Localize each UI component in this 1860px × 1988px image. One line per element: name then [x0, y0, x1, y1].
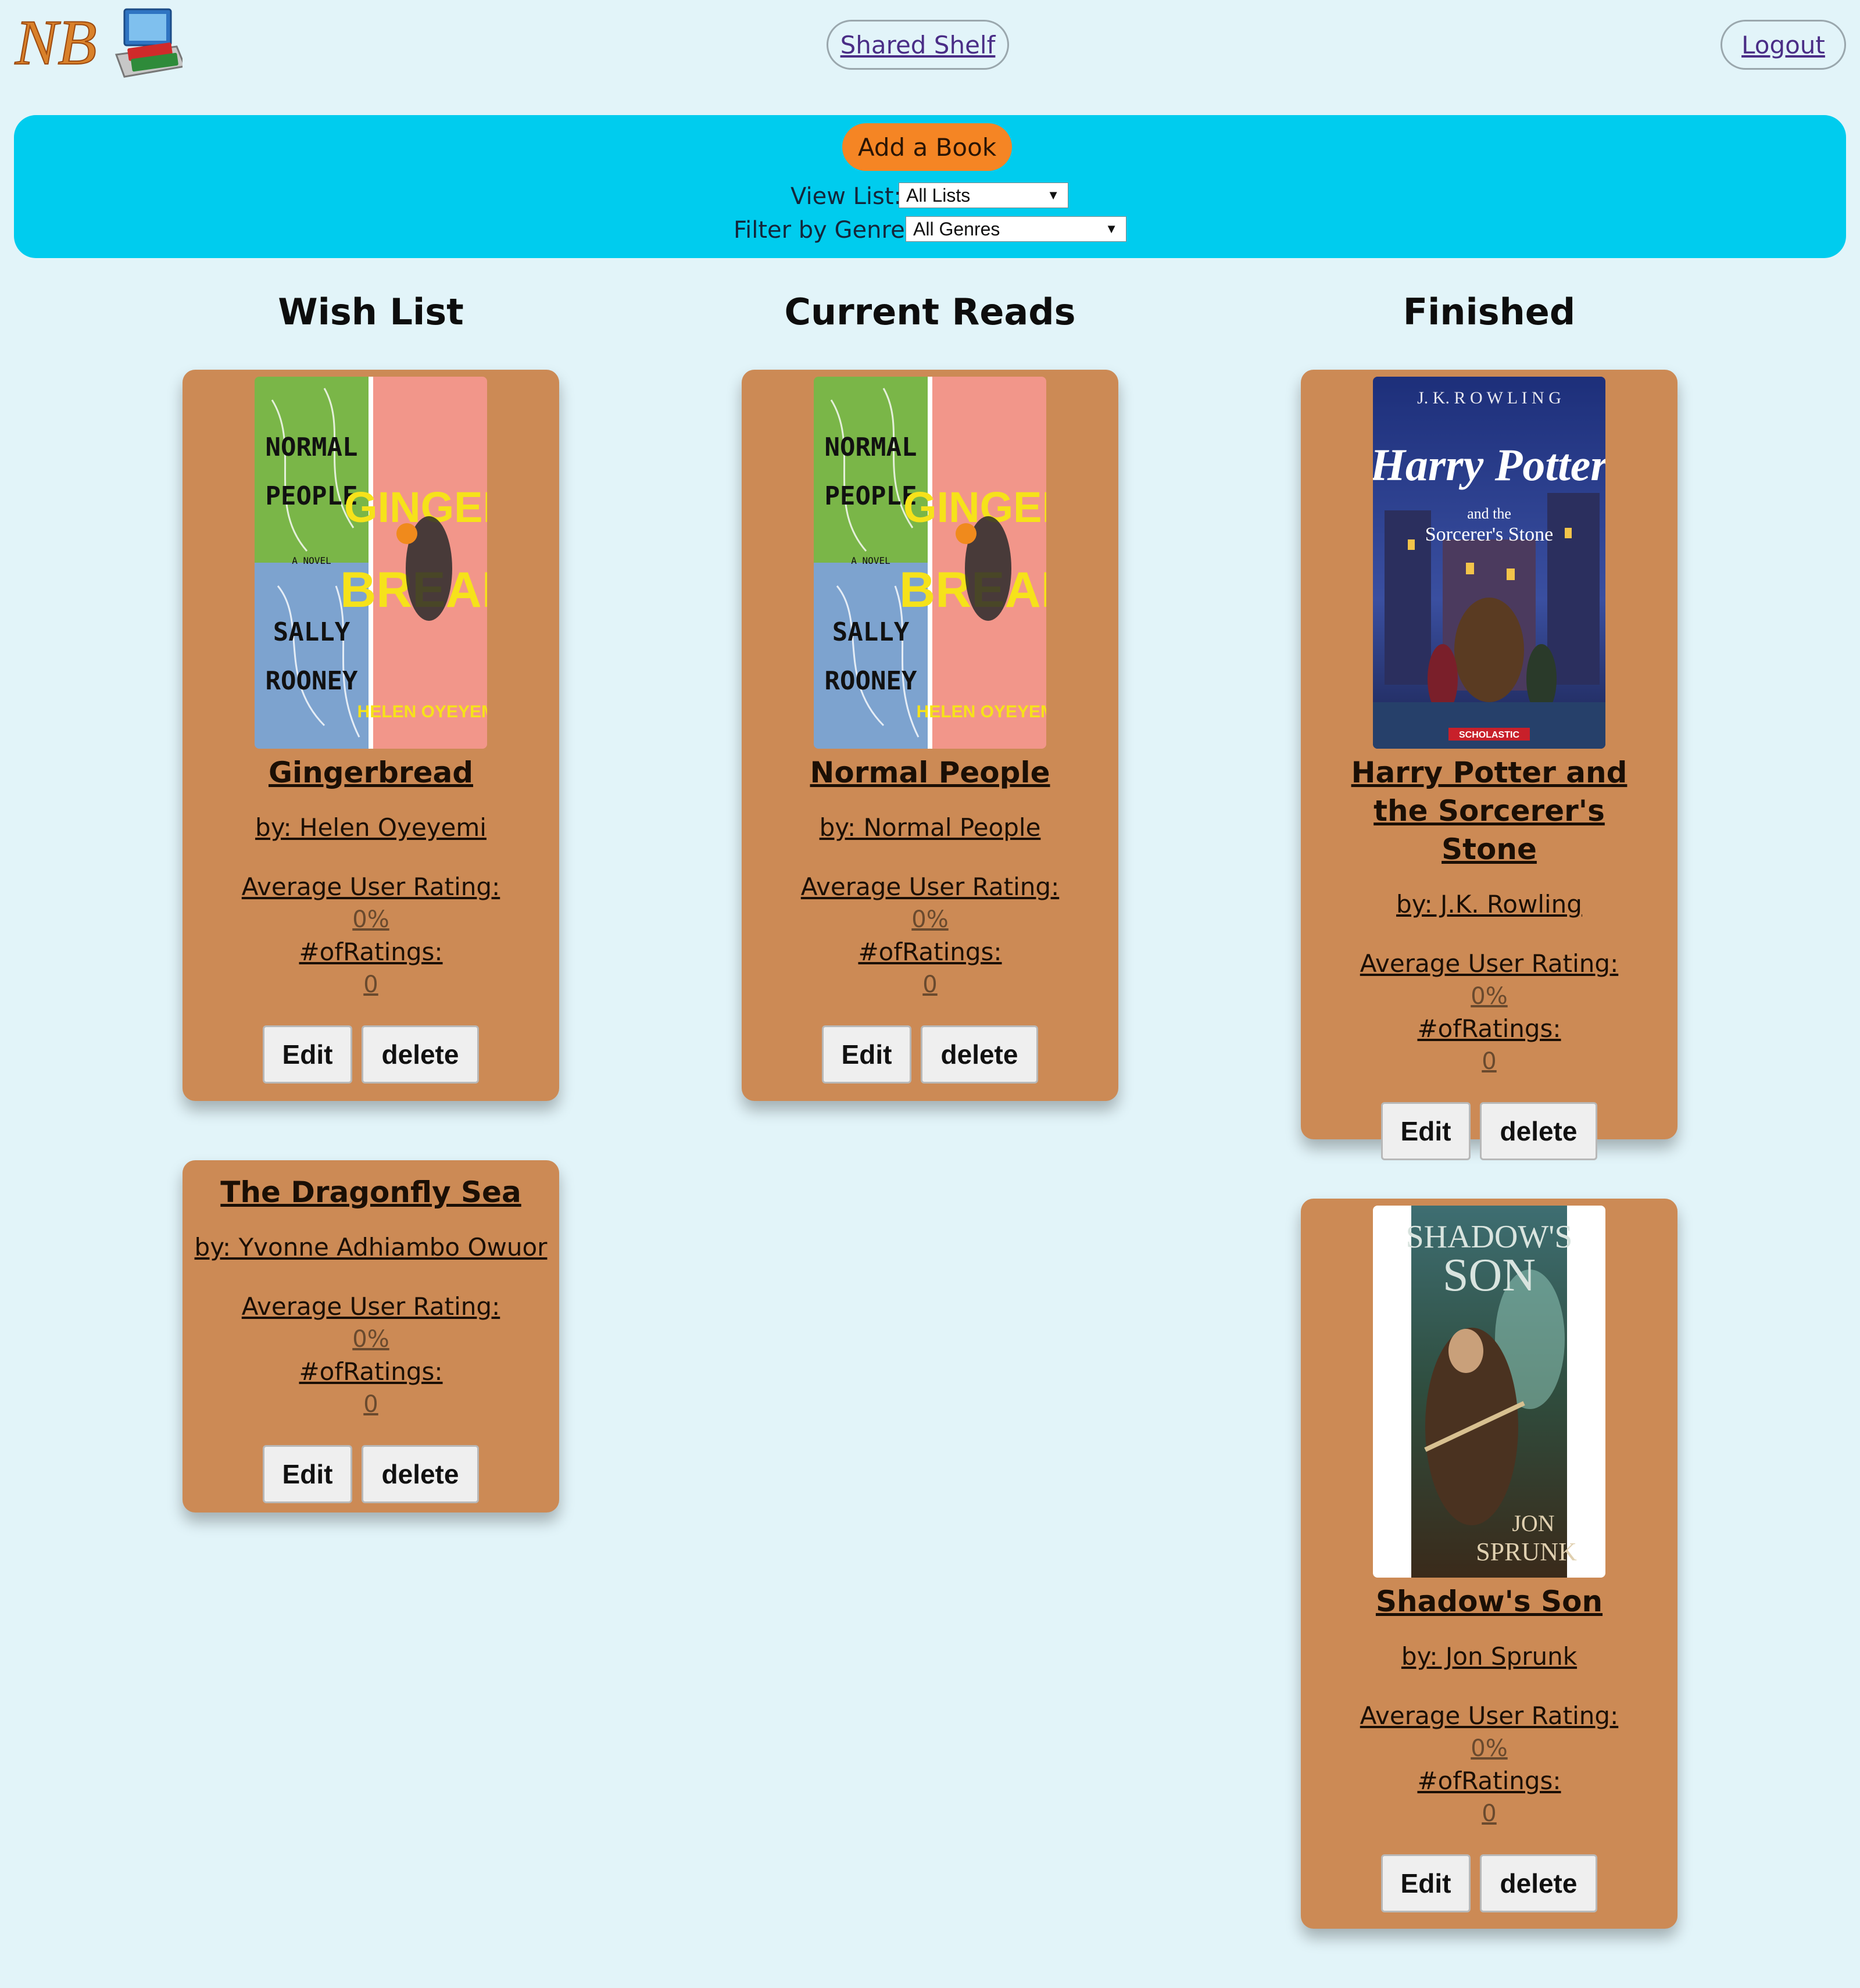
- book-card: NORMAL PEOPLE A NOVEL SALLY ROONEY GINGE…: [742, 370, 1118, 1101]
- view-list-value: All Lists: [906, 185, 971, 206]
- genre-filter-label: Filter by Genre:: [734, 217, 913, 244]
- book-cover-image[interactable]: J. K. R O W L I N G Harry Potter and the…: [1373, 377, 1605, 749]
- book-author-link[interactable]: by: Jon Sprunk: [1301, 1642, 1677, 1672]
- svg-text:A NOVEL: A NOVEL: [292, 555, 331, 566]
- edit-button[interactable]: Edit: [263, 1445, 352, 1503]
- book-title-link[interactable]: Shadow's Son: [1324, 1582, 1654, 1621]
- book-card: J. K. R O W L I N G Harry Potter and the…: [1301, 370, 1677, 1160]
- card-actions: Edit delete: [1301, 1102, 1677, 1161]
- card-actions: Edit delete: [183, 1445, 559, 1504]
- genre-filter-select[interactable]: All Genres ▼: [906, 216, 1126, 242]
- svg-text:SALLY: SALLY: [273, 617, 350, 647]
- view-list-select[interactable]: All Lists ▼: [899, 183, 1068, 208]
- svg-text:Sorcerer's Stone: Sorcerer's Stone: [1425, 524, 1553, 545]
- svg-text:JON: JON: [1512, 1510, 1554, 1536]
- genre-filter-row: Filter by Genre: All Genres ▼: [14, 215, 1846, 245]
- svg-text:GINGER: GINGER: [344, 483, 487, 531]
- average-rating-label[interactable]: Average User Rating:: [183, 1290, 559, 1323]
- svg-text:NORMAL: NORMAL: [825, 432, 917, 462]
- card-actions: Edit delete: [183, 1025, 559, 1085]
- edit-button[interactable]: Edit: [822, 1025, 911, 1084]
- edit-button[interactable]: Edit: [263, 1025, 352, 1084]
- book-author-link[interactable]: by: Yvonne Adhiambo Owuor: [183, 1232, 559, 1263]
- rating-count-label[interactable]: #ofRatings:: [1301, 1013, 1677, 1045]
- add-book-button[interactable]: Add a Book: [842, 123, 1012, 171]
- book-cover-image[interactable]: NORMAL PEOPLE A NOVEL SALLY ROONEY GINGE…: [255, 377, 487, 749]
- svg-text:SCHOLASTIC: SCHOLASTIC: [1459, 730, 1519, 740]
- average-rating-label[interactable]: Average User Rating:: [183, 871, 559, 903]
- rating-count-value[interactable]: 0: [1301, 1797, 1677, 1830]
- column-heading-wish-list: Wish List: [278, 291, 464, 333]
- book-cover-image[interactable]: NORMAL PEOPLE A NOVEL SALLY ROONEY GINGE…: [814, 377, 1046, 749]
- svg-text:HELEN OYEYEMI: HELEN OYEYEMI: [917, 702, 1046, 721]
- dropdown-arrow-icon: ▼: [1105, 221, 1118, 236]
- book-title-link[interactable]: Harry Potter and the Sorcerer's Stone: [1324, 753, 1654, 868]
- svg-text:SPRUNK: SPRUNK: [1476, 1538, 1577, 1566]
- average-rating-value[interactable]: 0%: [183, 903, 559, 936]
- book-card: The Dragonfly Sea by: Yvonne Adhiambo Ow…: [183, 1160, 559, 1513]
- average-rating-value[interactable]: 0%: [183, 1323, 559, 1356]
- book-author-link[interactable]: by: Helen Oyeyemi: [183, 813, 559, 843]
- average-rating-label[interactable]: Average User Rating:: [1301, 947, 1677, 980]
- svg-text:NB: NB: [15, 7, 97, 78]
- logout-link[interactable]: Logout: [1721, 20, 1846, 70]
- svg-text:GINGER: GINGER: [903, 483, 1046, 531]
- rating-count-label[interactable]: #ofRatings:: [1301, 1765, 1677, 1797]
- control-bar: Add a Book View List: All Lists ▼ Filter…: [14, 115, 1846, 258]
- average-rating-label[interactable]: Average User Rating:: [1301, 1700, 1677, 1732]
- svg-text:HELEN OYEYEMI: HELEN OYEYEMI: [357, 702, 487, 721]
- rating-count-value[interactable]: 0: [183, 1388, 559, 1421]
- book-author-link[interactable]: by: J.K. Rowling: [1301, 889, 1677, 920]
- delete-button[interactable]: delete: [1480, 1854, 1597, 1912]
- svg-text:NORMAL: NORMAL: [266, 432, 358, 462]
- average-rating-value[interactable]: 0%: [1301, 1732, 1677, 1765]
- column-heading-current-reads: Current Reads: [784, 291, 1076, 333]
- delete-button[interactable]: delete: [1480, 1102, 1597, 1160]
- average-rating-label[interactable]: Average User Rating:: [742, 871, 1118, 903]
- average-rating-value[interactable]: 0%: [1301, 980, 1677, 1013]
- book-title-link[interactable]: The Dragonfly Sea: [206, 1173, 536, 1211]
- svg-text:SALLY: SALLY: [832, 617, 910, 647]
- rating-count-label[interactable]: #ofRatings:: [742, 936, 1118, 968]
- delete-button[interactable]: delete: [362, 1445, 479, 1503]
- svg-text:ROONEY: ROONEY: [825, 666, 917, 696]
- average-rating-value[interactable]: 0%: [742, 903, 1118, 936]
- app-logo[interactable]: NB: [14, 3, 187, 83]
- edit-button[interactable]: Edit: [1381, 1102, 1471, 1160]
- book-card: NORMAL PEOPLE A NOVEL SALLY ROONEY GINGE…: [183, 370, 559, 1101]
- shared-shelf-link[interactable]: Shared Shelf: [827, 20, 1009, 70]
- dropdown-arrow-icon: ▼: [1047, 188, 1060, 202]
- card-actions: Edit delete: [1301, 1854, 1677, 1914]
- rating-count-value[interactable]: 0: [1301, 1045, 1677, 1078]
- svg-text:Harry Potter: Harry Potter: [1373, 439, 1605, 490]
- book-author-link[interactable]: by: Normal People: [742, 813, 1118, 843]
- card-actions: Edit delete: [742, 1025, 1118, 1085]
- svg-text:A NOVEL: A NOVEL: [851, 555, 890, 566]
- genre-filter-value: All Genres: [913, 219, 1000, 239]
- book-title-link[interactable]: Normal People: [765, 753, 1095, 792]
- column-heading-finished: Finished: [1403, 291, 1576, 333]
- book-cover-image[interactable]: SHADOW'S SON JON SPRUNK: [1373, 1206, 1605, 1578]
- svg-text:and the: and the: [1467, 505, 1511, 522]
- svg-text:SON: SON: [1443, 1250, 1536, 1301]
- view-list-row: View List: All Lists ▼: [14, 181, 1846, 212]
- book-card: SHADOW'S SON JON SPRUNK Shadow's Son by:…: [1301, 1199, 1677, 1929]
- view-list-label: View List:: [791, 183, 902, 210]
- svg-text:J. K. R O W L I N G: J. K. R O W L I N G: [1417, 388, 1561, 407]
- delete-button[interactable]: delete: [921, 1025, 1038, 1084]
- rating-count-value[interactable]: 0: [742, 968, 1118, 1001]
- svg-text:ROONEY: ROONEY: [266, 666, 358, 696]
- rating-count-label[interactable]: #ofRatings:: [183, 936, 559, 968]
- rating-count-label[interactable]: #ofRatings:: [183, 1356, 559, 1388]
- book-title-link[interactable]: Gingerbread: [206, 753, 536, 792]
- edit-button[interactable]: Edit: [1381, 1854, 1471, 1912]
- delete-button[interactable]: delete: [362, 1025, 479, 1084]
- rating-count-value[interactable]: 0: [183, 968, 559, 1001]
